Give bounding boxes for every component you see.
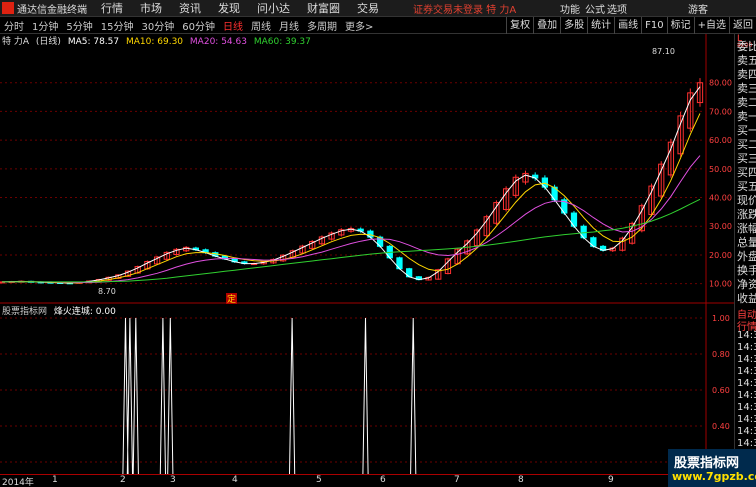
date-tick-label: 7: [454, 475, 460, 485]
date-tick-label: 2: [120, 475, 126, 485]
tick-time-label: 14:3: [737, 378, 756, 389]
tick-time-label: 14:3: [737, 402, 756, 413]
watermark-title: 股票指标网: [674, 456, 740, 471]
price-tick-label: 30.00: [709, 222, 732, 231]
menu-quotes[interactable]: 行情: [101, 0, 123, 16]
indicator-name: 烽火连城: 0.00: [53, 307, 116, 317]
tick-time-label: 14:3: [737, 330, 756, 341]
menu-ask[interactable]: 问小达: [257, 0, 290, 16]
menu-bar: 通达信金融终端 行情 市场 资讯 发现 问小达 财富圈 交易 证券交易未登录 特…: [0, 0, 756, 17]
period-daily[interactable]: 日线: [221, 18, 245, 33]
app-title: 通达信金融终端: [17, 4, 87, 16]
menu-formula[interactable]: 公式: [585, 1, 605, 16]
tick-time-label: 14:3: [737, 390, 756, 401]
date-tick-label: 6: [380, 475, 386, 485]
date-tick-label: 1: [52, 475, 58, 485]
draw-line-button[interactable]: 画线: [614, 17, 641, 34]
period-30min[interactable]: 30分钟: [139, 18, 176, 33]
period-bar: 分时 1分钟 5分钟 15分钟 30分钟 60分钟 日线 周线 月线 多周期 更…: [0, 17, 756, 34]
date-tick-label: 8: [518, 475, 524, 485]
back-button[interactable]: 返回: [729, 17, 756, 34]
quote-side-panel: L 8000 委比 卖五 卖四 卖三 卖二 卖一 买一 买二 买三 买四 买五 现价 涨跌 涨幅 总量 外盘换…: [734, 34, 756, 474]
chart-toolbar: 复权 叠加 多股 统计 画线 F10 标记 +自选 返回: [506, 17, 756, 34]
price-tick-label: 50.00: [709, 165, 732, 174]
date-tick-label: 9: [608, 475, 614, 485]
tick-time-label: 14:3: [737, 438, 756, 449]
period-60min[interactable]: 60分钟: [180, 18, 217, 33]
app-logo-icon: [2, 2, 14, 14]
date-tick-label: 5: [316, 475, 322, 485]
tick-time-label: 14:3: [737, 366, 756, 377]
menu-news[interactable]: 资讯: [179, 0, 201, 16]
menu-market[interactable]: 市场: [140, 0, 162, 16]
period-more[interactable]: 更多>: [343, 18, 375, 33]
period-monthly[interactable]: 月线: [277, 18, 301, 33]
menu-wealth[interactable]: 财富圈: [307, 0, 340, 16]
menu-discover[interactable]: 发现: [218, 0, 240, 16]
price-tick-label: 60.00: [709, 136, 732, 145]
tick-time-label: 14:3: [737, 354, 756, 365]
marker-label: 定: [227, 293, 236, 305]
period-1min[interactable]: 1分钟: [30, 18, 60, 33]
multi-stock-button[interactable]: 多股: [560, 17, 587, 34]
tick-time-label: 14:3: [737, 426, 756, 437]
guest-user[interactable]: 游客: [688, 1, 708, 16]
indicator-tick-label: 1.00: [712, 314, 730, 323]
indicator-source: 股票指标网: [2, 307, 48, 317]
price-tick-label: 70.00: [709, 107, 732, 116]
indicator-legend: 股票指标网 烽火连城: 0.00: [2, 304, 116, 317]
menu-functions[interactable]: 功能: [560, 1, 580, 16]
indicator-tick-label: 0.80: [712, 350, 730, 359]
f10-button[interactable]: F10: [641, 17, 666, 34]
period-multi[interactable]: 多周期: [305, 18, 339, 33]
tick-time-label: 14:3: [737, 342, 756, 353]
overlay-button[interactable]: 叠加: [533, 17, 560, 34]
price-tick-label: 20.00: [709, 251, 732, 260]
high-price-label: 87.10: [652, 47, 675, 56]
menu-options[interactable]: 选项: [607, 1, 627, 16]
menu-trade[interactable]: 交易: [357, 0, 379, 16]
period-5min[interactable]: 5分钟: [64, 18, 94, 33]
period-intraday[interactable]: 分时: [2, 18, 26, 33]
add-watchlist-button[interactable]: +自选: [693, 17, 729, 34]
restore-rights-button[interactable]: 复权: [506, 17, 533, 34]
price-tick-label: 10.00: [709, 280, 732, 289]
login-notice[interactable]: 证券交易未登录 特 力A: [413, 1, 516, 16]
date-tick-label: 3: [170, 475, 176, 485]
kline-chart[interactable]: 80.00 70.00 60.00 50.00 40.00 30.00 20.00 10.00…: [0, 34, 734, 474]
low-price-label: 8.70: [98, 287, 116, 296]
date-tick-label: 2014年: [2, 478, 34, 487]
date-axis: 2014年 1 2 3 4 5 6 7 8 9: [0, 474, 668, 487]
watermark: 股票指标网 www.7gpzb.com: [668, 449, 756, 487]
period-weekly[interactable]: 周线: [249, 18, 273, 33]
date-tick-label: 4: [232, 475, 238, 485]
app-window: 通达信金融终端 行情 市场 资讯 发现 问小达 财富圈 交易 证券交易未登录 特…: [0, 0, 756, 487]
tick-time-label: 14:3: [737, 414, 756, 425]
mark-button[interactable]: 标记: [666, 17, 694, 34]
indicator-tick-label: 0.60: [712, 386, 730, 395]
signal-line: [122, 317, 417, 474]
ma20-line: [2, 155, 701, 283]
indicator-tick-label: 0.40: [712, 422, 730, 431]
statistics-button[interactable]: 统计: [587, 17, 614, 34]
price-tick-label: 40.00: [709, 194, 732, 203]
ma10-line: [2, 113, 701, 284]
watermark-url: www.7gpzb.com: [672, 470, 756, 483]
ma5-line: [1, 86, 701, 284]
panel-field-label: 收益: [737, 292, 756, 305]
price-tick-label: 80.00: [709, 79, 732, 88]
period-15min[interactable]: 15分钟: [99, 18, 136, 33]
